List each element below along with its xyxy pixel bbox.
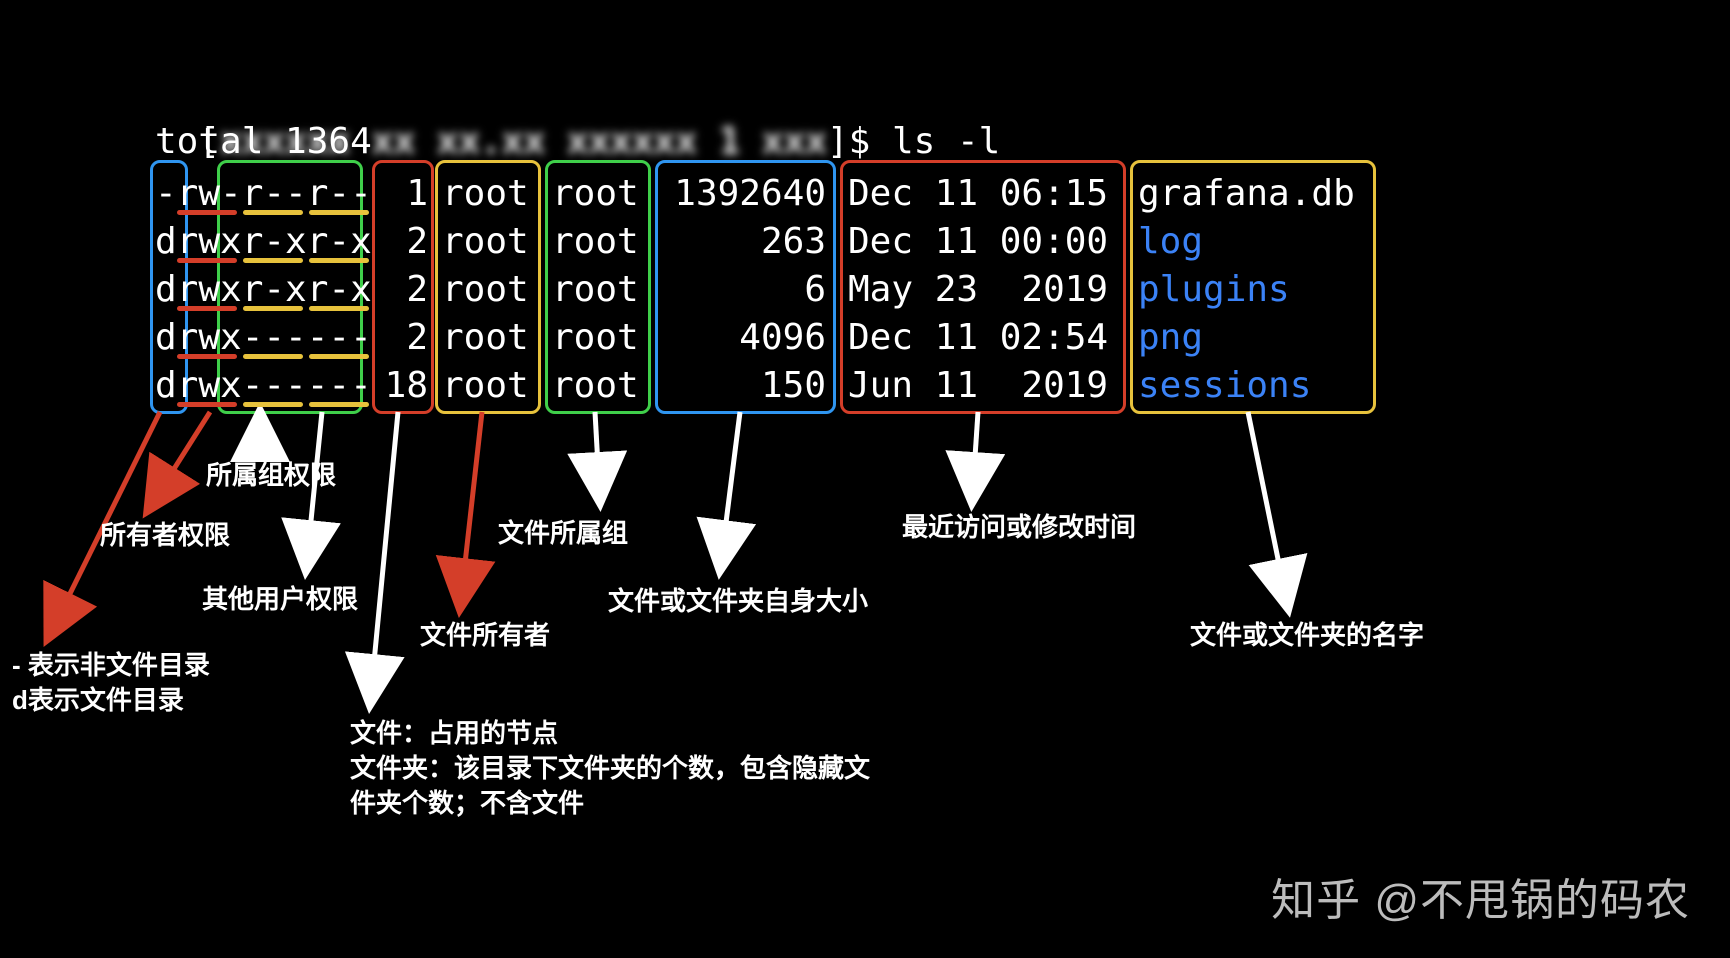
underline-owner-perm xyxy=(177,354,237,359)
col-size: 150 xyxy=(672,362,826,410)
underline-group-perm xyxy=(243,354,303,359)
underline-owner-perm xyxy=(177,210,237,215)
underline-group-perm xyxy=(243,402,303,407)
col-owner: root xyxy=(442,266,529,314)
underline-other-perm xyxy=(309,402,369,407)
underline-owner-perm xyxy=(177,306,237,311)
label-owner-perm: 所有者权限 xyxy=(100,518,230,553)
col-owner: root xyxy=(442,362,529,410)
underline-other-perm xyxy=(309,354,369,359)
label-links-line2: 文件夹：该目录下文件夹的个数，包含隐藏文 xyxy=(350,751,870,786)
col-owner: root xyxy=(442,218,529,266)
underline-group-perm xyxy=(243,306,303,311)
col-owner: root xyxy=(442,314,529,362)
underline-other-perm xyxy=(309,210,369,215)
col-group: root xyxy=(552,362,639,410)
col-date: May 23 2019 xyxy=(848,266,1108,314)
total-line: total 1364 xyxy=(155,118,372,166)
underline-other-perm xyxy=(309,258,369,263)
col-owner: root xyxy=(442,170,529,218)
label-links: 文件：占用的节点 文件夹：该目录下文件夹的个数，包含隐藏文 件夹个数；不含文件 xyxy=(350,716,870,821)
col-links: 2 xyxy=(384,314,428,362)
col-date: Jun 11 2019 xyxy=(848,362,1108,410)
col-name: png xyxy=(1138,314,1203,362)
underline-group-perm xyxy=(243,258,303,263)
col-name: plugins xyxy=(1138,266,1290,314)
label-file-owner: 文件所有者 xyxy=(420,618,550,653)
col-group: root xyxy=(552,314,639,362)
col-links: 2 xyxy=(384,218,428,266)
col-group: root xyxy=(552,266,639,314)
col-links: 2 xyxy=(384,266,428,314)
underline-owner-perm xyxy=(177,258,237,263)
col-links: 18 xyxy=(384,362,428,410)
label-file-group: 文件所属组 xyxy=(498,516,628,551)
label-links-line1: 文件：占用的节点 xyxy=(350,716,870,751)
col-size: 263 xyxy=(672,218,826,266)
watermark: 知乎 @不甩锅的码农 xyxy=(1271,864,1690,928)
col-group: root xyxy=(552,170,639,218)
label-filetype-line1: - 表示非文件目录 xyxy=(12,648,210,683)
label-filetype: - 表示非文件目录 d表示文件目录 xyxy=(12,648,210,718)
col-group: root xyxy=(552,218,639,266)
col-date: Dec 11 02:54 xyxy=(848,314,1108,362)
col-links: 1 xyxy=(384,170,428,218)
label-filetype-line2: d表示文件目录 xyxy=(12,683,210,718)
col-name: sessions xyxy=(1138,362,1311,410)
col-date: Dec 11 00:00 xyxy=(848,218,1108,266)
col-name: grafana.db xyxy=(1138,170,1355,218)
col-size: 6 xyxy=(672,266,826,314)
underline-owner-perm xyxy=(177,402,237,407)
label-other-perm: 其他用户权限 xyxy=(202,582,358,617)
col-name: log xyxy=(1138,218,1203,266)
underline-other-perm xyxy=(309,306,369,311)
label-file-size: 文件或文件夹自身大小 xyxy=(608,584,868,619)
label-file-name: 文件或文件夹的名字 xyxy=(1190,618,1424,653)
col-date: Dec 11 06:15 xyxy=(848,170,1108,218)
label-file-time: 最近访问或修改时间 xyxy=(902,510,1136,545)
prompt-bracket-right: ]$ xyxy=(827,121,892,162)
col-size: 4096 xyxy=(672,314,826,362)
col-size: 1392640 xyxy=(672,170,826,218)
label-group-perm: 所属组权限 xyxy=(206,458,336,493)
command-text: ls -l xyxy=(892,121,1000,162)
underline-group-perm xyxy=(243,210,303,215)
label-links-line3: 件夹个数；不含文件 xyxy=(350,786,870,821)
